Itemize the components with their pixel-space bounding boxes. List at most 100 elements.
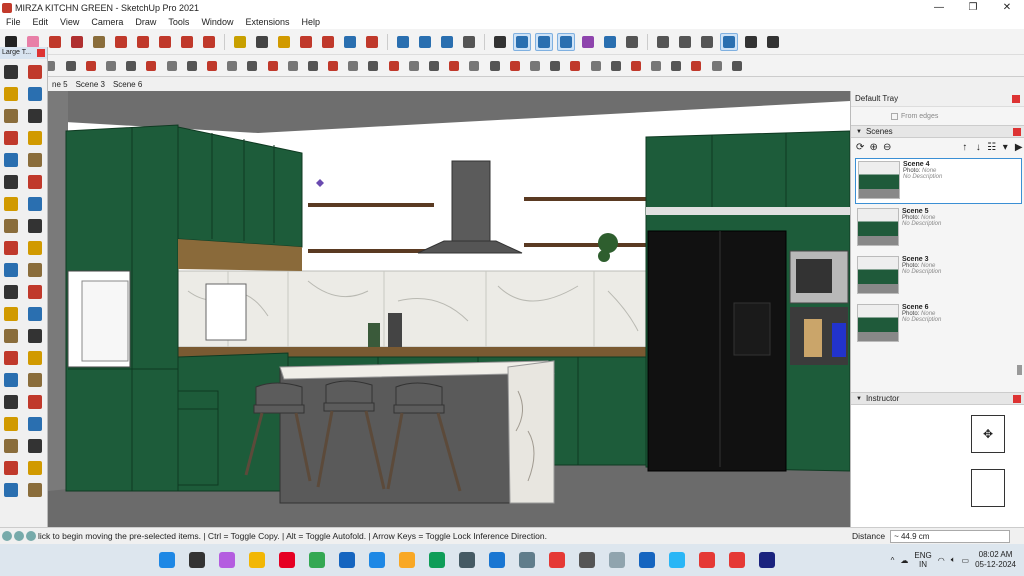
profile-icon[interactable] bbox=[406, 58, 421, 73]
pencil-icon[interactable] bbox=[1, 106, 21, 126]
windows-start-icon[interactable] bbox=[156, 549, 178, 571]
menu-help[interactable]: Help bbox=[295, 15, 326, 29]
menu-view[interactable]: View bbox=[54, 15, 85, 29]
previous-view-icon[interactable] bbox=[25, 392, 45, 412]
pan-icon[interactable] bbox=[25, 348, 45, 368]
user-icon[interactable] bbox=[460, 33, 478, 51]
paint-bucket-icon[interactable] bbox=[1, 84, 21, 104]
dimension-icon[interactable] bbox=[25, 282, 45, 302]
menu-extensions[interactable]: Extensions bbox=[239, 15, 295, 29]
notepad-icon[interactable] bbox=[606, 549, 628, 571]
subdivide-icon[interactable] bbox=[507, 58, 522, 73]
language-indicator[interactable]: ENG IN bbox=[914, 551, 931, 569]
eraser-icon[interactable] bbox=[25, 84, 45, 104]
extension-warehouse-icon[interactable] bbox=[416, 33, 434, 51]
zoom-extents-icon[interactable] bbox=[363, 33, 381, 51]
text-icon[interactable] bbox=[25, 304, 45, 324]
align-icon[interactable] bbox=[346, 58, 361, 73]
push-pull-icon[interactable] bbox=[112, 33, 130, 51]
zoom-icon[interactable] bbox=[341, 33, 359, 51]
menu-window[interactable]: Window bbox=[195, 15, 239, 29]
shell-icon[interactable] bbox=[447, 58, 462, 73]
store-icon[interactable] bbox=[336, 549, 358, 571]
sketchup-icon[interactable] bbox=[636, 549, 658, 571]
explode-icon[interactable] bbox=[568, 58, 583, 73]
walk-icon[interactable] bbox=[1, 436, 21, 456]
freehand-icon[interactable] bbox=[25, 106, 45, 126]
move-icon[interactable] bbox=[1, 216, 21, 236]
calculator-icon[interactable] bbox=[456, 549, 478, 571]
axes-icon[interactable] bbox=[1, 326, 21, 346]
arc-icon[interactable] bbox=[68, 33, 86, 51]
tag-icon[interactable] bbox=[628, 58, 643, 73]
offset-icon[interactable] bbox=[204, 58, 219, 73]
refresh-icon[interactable]: ⟳ bbox=[855, 142, 866, 153]
copilot-icon[interactable] bbox=[216, 549, 238, 571]
telegram-icon[interactable] bbox=[666, 549, 688, 571]
axes-icon[interactable] bbox=[491, 33, 509, 51]
share-icon[interactable] bbox=[25, 480, 45, 500]
tape-measure-icon[interactable] bbox=[231, 33, 249, 51]
explorer-icon[interactable] bbox=[396, 549, 418, 571]
close-button[interactable]: ✕ bbox=[990, 0, 1024, 15]
close-icon[interactable] bbox=[37, 49, 45, 57]
clock[interactable]: 08:02 AM 05-12-2024 bbox=[975, 550, 1016, 570]
scene-item[interactable]: Scene 4 Photo: None No Description bbox=[855, 158, 1022, 204]
history-icon[interactable] bbox=[720, 32, 738, 51]
beam-icon[interactable] bbox=[104, 58, 119, 73]
bevel-icon[interactable] bbox=[487, 58, 502, 73]
scene-tab-5[interactable]: ne 5 bbox=[48, 80, 72, 89]
plugin-p-icon[interactable] bbox=[579, 33, 597, 51]
follow-me-icon[interactable] bbox=[134, 33, 152, 51]
arc-icon[interactable] bbox=[1, 172, 21, 192]
square-icon[interactable] bbox=[709, 58, 724, 73]
menu-edit[interactable]: Edit bbox=[27, 15, 55, 29]
weather-icon[interactable]: ☁ bbox=[900, 556, 908, 565]
select-icon[interactable] bbox=[1, 62, 21, 82]
two-point-arc-icon[interactable] bbox=[25, 172, 45, 192]
chamfer-icon[interactable] bbox=[184, 58, 199, 73]
paint-bucket-icon[interactable] bbox=[275, 33, 293, 51]
smooth-icon[interactable] bbox=[527, 58, 542, 73]
tray-scrollbar[interactable] bbox=[1017, 365, 1022, 375]
camera-app-icon[interactable] bbox=[516, 549, 538, 571]
help-icon[interactable] bbox=[26, 531, 36, 541]
cone-icon[interactable] bbox=[669, 58, 684, 73]
menu-file[interactable]: File bbox=[0, 15, 27, 29]
pinterest-icon[interactable] bbox=[276, 549, 298, 571]
top-view-icon[interactable] bbox=[535, 32, 553, 51]
scale-icon[interactable] bbox=[1, 260, 21, 280]
protractor-icon[interactable] bbox=[1, 304, 21, 324]
search-icon[interactable] bbox=[186, 549, 208, 571]
line-icon[interactable] bbox=[689, 58, 704, 73]
pencil-icon[interactable] bbox=[46, 33, 64, 51]
rotated-rect-icon[interactable] bbox=[25, 128, 45, 148]
expand-icon[interactable]: ▶ bbox=[1014, 142, 1024, 153]
scale-icon[interactable] bbox=[200, 33, 218, 51]
zoom-window-icon[interactable] bbox=[25, 370, 45, 390]
move-up-icon[interactable]: ↑ bbox=[960, 142, 971, 153]
menu-tools[interactable]: Tools bbox=[162, 15, 195, 29]
volume-icon[interactable]: 🔈︎ bbox=[951, 555, 956, 565]
joint-icon[interactable] bbox=[386, 58, 401, 73]
snapshot-icon[interactable] bbox=[698, 33, 716, 51]
chatgpt-icon[interactable] bbox=[576, 549, 598, 571]
r-app-icon[interactable] bbox=[756, 549, 778, 571]
xray-icon[interactable] bbox=[601, 33, 619, 51]
grid-app-icon[interactable] bbox=[726, 549, 748, 571]
rectangle-icon[interactable] bbox=[1, 128, 21, 148]
stair-icon[interactable] bbox=[63, 58, 78, 73]
cut-icon[interactable] bbox=[427, 58, 442, 73]
remove-scene-icon[interactable]: ⊖ bbox=[882, 142, 893, 153]
battery-icon[interactable]: ▭ bbox=[962, 556, 970, 565]
extrude-icon[interactable] bbox=[225, 58, 240, 73]
3d-text-icon[interactable] bbox=[25, 326, 45, 346]
zoom-extents-icon[interactable] bbox=[1, 392, 21, 412]
split-icon[interactable] bbox=[265, 58, 280, 73]
close-icon[interactable] bbox=[1013, 395, 1021, 403]
warehouse-icon[interactable] bbox=[394, 33, 412, 51]
loft-icon[interactable] bbox=[245, 58, 260, 73]
tray-overflow-icon[interactable]: ^ bbox=[891, 556, 895, 565]
column-icon[interactable] bbox=[124, 58, 139, 73]
follow-me-icon[interactable] bbox=[25, 238, 45, 258]
